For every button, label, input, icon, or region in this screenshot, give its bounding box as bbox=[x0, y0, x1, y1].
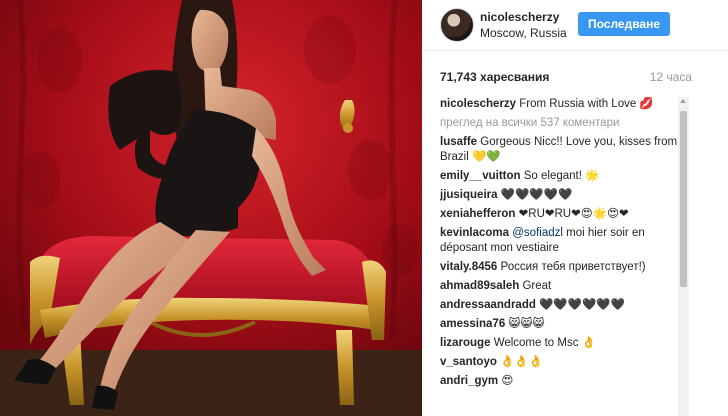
comments-scrollbar[interactable] bbox=[678, 97, 689, 416]
post-username[interactable]: nicolescherzy bbox=[480, 10, 559, 24]
list-item: jjusiqueira 🖤🖤🖤🖤🖤 bbox=[440, 188, 688, 203]
list-item: lusaffe Gorgeous Nicc!! Love you, kisses… bbox=[440, 135, 688, 165]
post-location[interactable]: Moscow, Russia bbox=[480, 26, 567, 40]
view-all-comments-link[interactable]: преглед на всички 537 коментари bbox=[440, 116, 688, 131]
list-item: v_santoyo 👌👌👌 bbox=[440, 355, 688, 370]
comment-username[interactable]: v_santoyo bbox=[440, 356, 497, 368]
comment-username[interactable]: kevinlacoma bbox=[440, 227, 509, 239]
comment-text: ❤RU❤RU❤😍🌟😍❤ bbox=[518, 208, 629, 220]
comment-username[interactable]: jjusiqueira bbox=[440, 189, 498, 201]
comment-text: 😍 bbox=[501, 375, 514, 387]
list-item: amessina76 😸😸😸 bbox=[440, 317, 688, 332]
comment-username[interactable]: nicolescherzy bbox=[440, 98, 516, 110]
list-item: emily__vuitton So elegant! 🌟 bbox=[440, 169, 688, 184]
comment-text: 🖤🖤🖤🖤🖤🖤 bbox=[539, 299, 625, 311]
list-item: xeniahefferon ❤RU❤RU❤😍🌟😍❤ bbox=[440, 207, 688, 222]
comment-text: Россия тебя приветствует!) bbox=[500, 261, 646, 273]
list-item: lizarouge Welcome to Msc 👌 bbox=[440, 336, 688, 351]
list-item: andressaandradd 🖤🖤🖤🖤🖤🖤 bbox=[440, 298, 688, 313]
follow-button[interactable]: Последване bbox=[578, 12, 670, 36]
comment-text: 👌👌👌 bbox=[500, 356, 544, 368]
list-item: ahmad89saleh Great bbox=[440, 279, 688, 294]
post-photo-illustration bbox=[0, 0, 422, 416]
comment-username[interactable]: andressaandradd bbox=[440, 299, 536, 311]
post-header: nicolescherzy Moscow, Russia Последване bbox=[422, 0, 728, 51]
caption: nicolescherzy From Russia with Love 💋 bbox=[440, 97, 688, 112]
comment-text: So elegant! 🌟 bbox=[523, 170, 600, 182]
list-item: kevinlacoma @sofiadzl moi hier soir en d… bbox=[440, 226, 688, 256]
comment-username[interactable]: vitaly.8456 bbox=[440, 261, 497, 273]
scroll-up-arrow-icon[interactable] bbox=[680, 99, 686, 103]
likes-count[interactable]: 71,743 харесвания bbox=[440, 70, 549, 84]
post-stats: 71,743 харесвания 12 часа bbox=[440, 70, 710, 86]
comment-text: Welcome to Msc 👌 bbox=[493, 337, 596, 349]
comments-list[interactable]: nicolescherzy From Russia with Love 💋 пр… bbox=[440, 97, 688, 416]
comment-username[interactable]: xeniahefferon bbox=[440, 208, 515, 220]
comment-text: 🖤🖤🖤🖤🖤 bbox=[500, 189, 573, 201]
comment-username[interactable]: lusaffe bbox=[440, 136, 477, 148]
comment-username[interactable]: lizarouge bbox=[440, 337, 490, 349]
comment-username[interactable]: andri_gym bbox=[440, 375, 498, 387]
comment-username[interactable]: amessina76 bbox=[440, 318, 505, 330]
comment-text: 😸😸😸 bbox=[508, 318, 545, 330]
comment-username[interactable]: emily__vuitton bbox=[440, 170, 521, 182]
post-photo[interactable] bbox=[0, 0, 422, 416]
avatar[interactable] bbox=[440, 8, 474, 42]
comment-text: Great bbox=[522, 280, 552, 292]
list-item: vitaly.8456 Россия тебя приветствует!) bbox=[440, 260, 688, 275]
post-sidebar: nicolescherzy Moscow, Russia Последване … bbox=[422, 0, 728, 416]
scrollbar-thumb[interactable] bbox=[680, 111, 687, 287]
list-item: andri_gym 😍 bbox=[440, 374, 688, 389]
comment-username[interactable]: ahmad89saleh bbox=[440, 280, 519, 292]
comment-text: From Russia with Love 💋 bbox=[519, 98, 654, 110]
post-time[interactable]: 12 часа bbox=[650, 70, 692, 84]
comment-mention[interactable]: @sofiadzl bbox=[512, 227, 563, 239]
